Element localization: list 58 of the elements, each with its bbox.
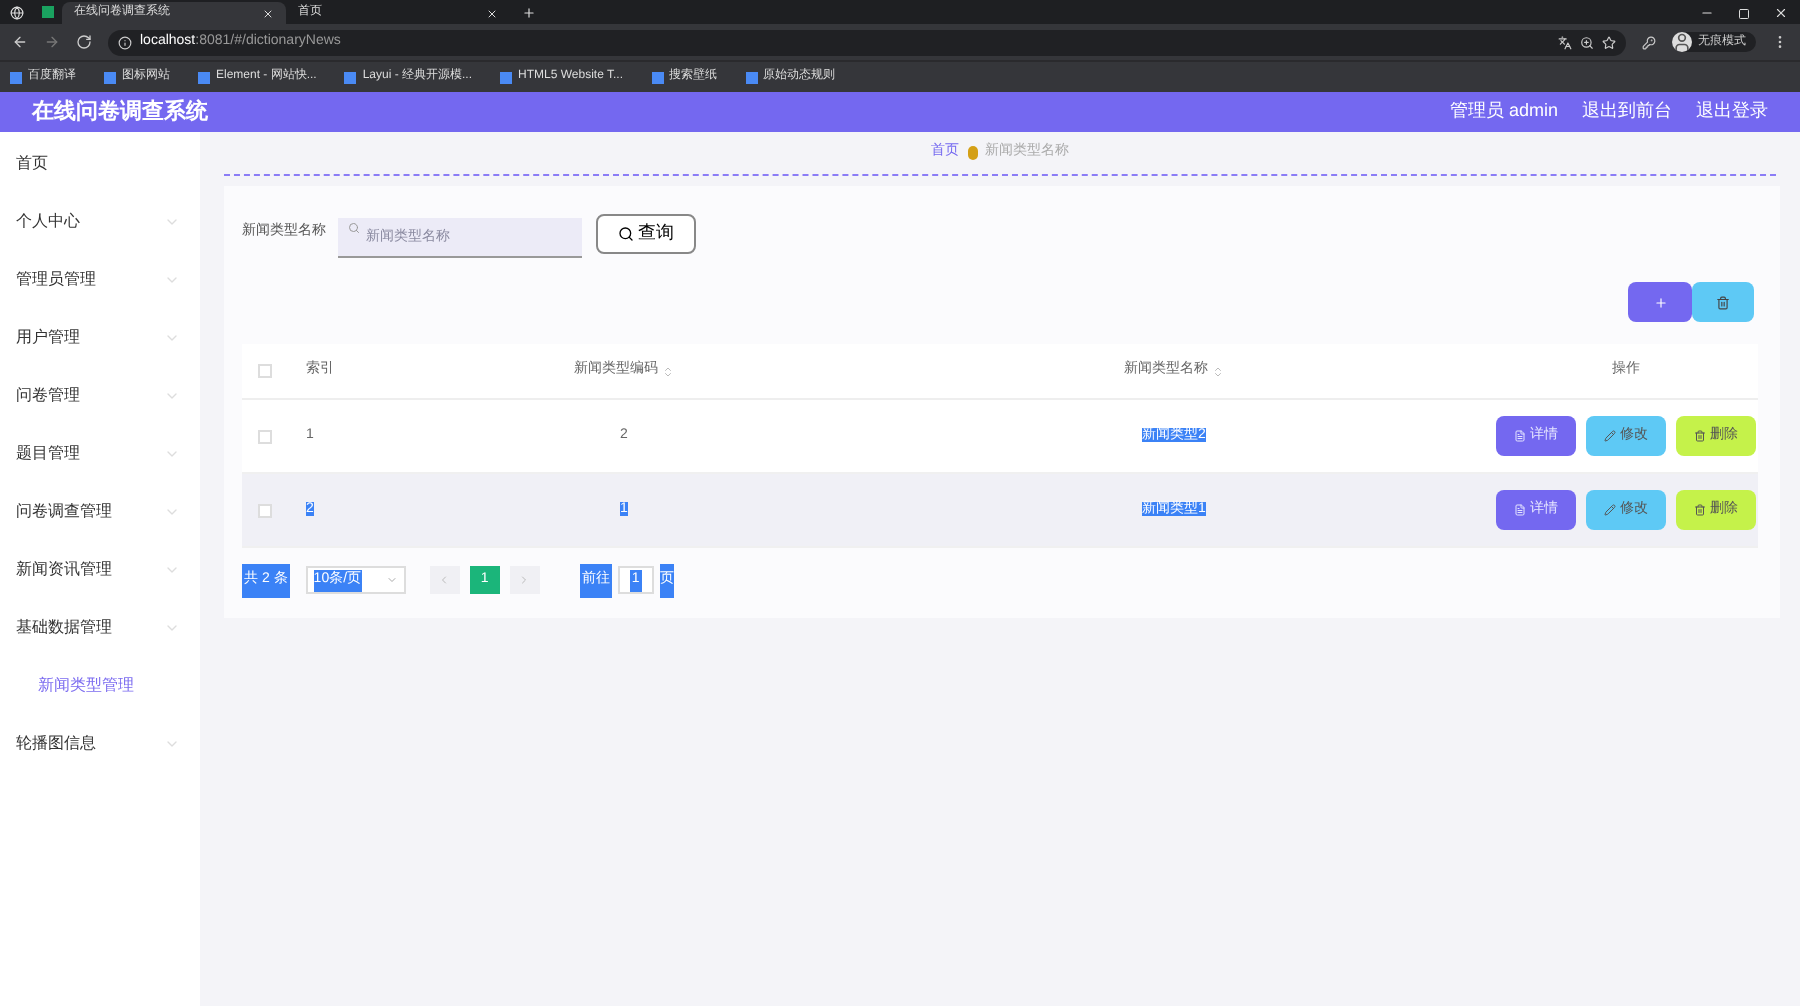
chevron-right-icon (518, 574, 531, 587)
action-icon (1694, 504, 1706, 516)
action-icon (1604, 430, 1616, 442)
query-button[interactable]: 查询 (596, 213, 696, 253)
bookmark-icon (198, 71, 210, 83)
minimize-icon[interactable] (1700, 6, 1714, 20)
close-icon[interactable] (262, 7, 274, 19)
reload-icon[interactable] (76, 34, 92, 50)
action-icon (1514, 504, 1526, 516)
chevron-icon (385, 574, 398, 587)
new-tab-icon[interactable] (522, 6, 536, 20)
checkbox[interactable] (257, 503, 271, 517)
action-icon (1694, 430, 1706, 442)
bookmark-icon (344, 71, 357, 83)
sidebar-item[interactable]: 首页 (0, 134, 200, 192)
close-icon[interactable] (486, 7, 498, 19)
globe-icon[interactable] (10, 6, 24, 20)
translate-icon[interactable] (1558, 35, 1572, 49)
info-icon (118, 35, 132, 49)
back-icon[interactable] (12, 34, 28, 50)
add-button[interactable] (1628, 282, 1692, 322)
sidebar-item[interactable]: 新闻资讯管理 (0, 540, 200, 598)
action-icon (1514, 430, 1526, 442)
header-link[interactable]: 退出到前台 (1582, 98, 1672, 126)
search-icon (618, 225, 634, 241)
sidebar-item[interactable]: 个人中心 (0, 192, 200, 250)
bookmark-icon (104, 71, 116, 83)
sidebar-item[interactable]: 新闻类型管理 (0, 656, 200, 714)
sidebar-item[interactable]: 问卷管理 (0, 366, 200, 424)
sidebar-item[interactable]: 基础数据管理 (0, 598, 200, 656)
sidebar-item[interactable]: 轮播图信息 (0, 714, 200, 772)
bookmark-icon (10, 71, 22, 83)
checkbox[interactable] (257, 429, 271, 443)
header-link[interactable]: 退出登录 (1696, 98, 1768, 126)
plus-icon (1653, 295, 1667, 309)
zoom-icon[interactable] (1580, 35, 1594, 49)
bookmark-icon (500, 71, 513, 83)
sidebar-item[interactable]: 管理员管理 (0, 250, 200, 308)
breadcrumb-separator-icon (967, 146, 977, 160)
avatar-icon (1672, 32, 1692, 52)
forward-icon[interactable] (44, 34, 60, 50)
sidebar-item[interactable]: 问卷调查管理 (0, 482, 200, 540)
chevron-left-icon (438, 574, 451, 587)
delete-button[interactable] (1692, 282, 1754, 322)
app-title: 在线问卷调查系统 (32, 97, 210, 128)
star-icon[interactable] (1602, 35, 1616, 49)
action-icon (1604, 504, 1616, 516)
bookmark-icon (745, 71, 757, 83)
sidebar-item[interactable]: 用户管理 (0, 308, 200, 366)
search-icon (348, 222, 360, 234)
sidebar-item[interactable]: 题目管理 (0, 424, 200, 482)
key-icon[interactable] (1642, 35, 1656, 49)
restore-icon[interactable] (1738, 8, 1750, 20)
checkbox[interactable] (257, 364, 271, 378)
header-link[interactable]: 管理员 admin (1449, 98, 1558, 126)
close-window-icon[interactable] (1774, 6, 1788, 20)
trash-icon (1716, 295, 1730, 309)
bookmark-icon (651, 71, 663, 83)
